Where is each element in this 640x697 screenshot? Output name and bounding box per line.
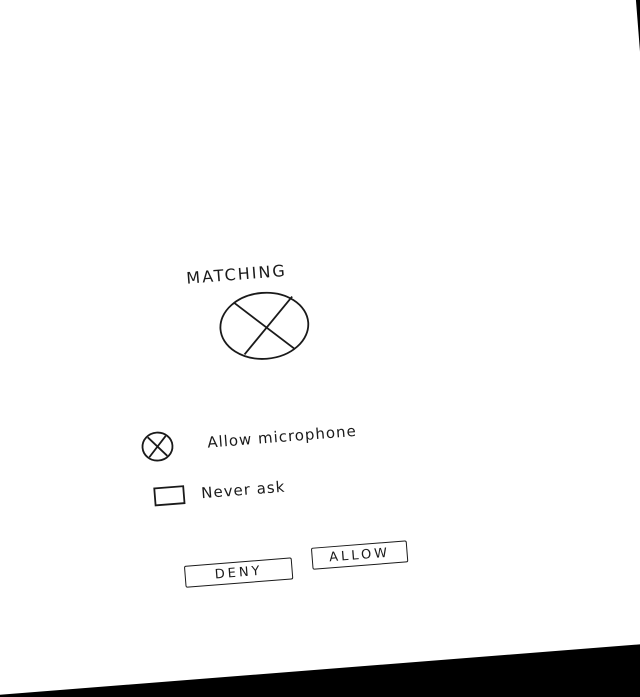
placeholder-image-icon [219,291,310,360]
microphone-row[interactable]: Allow microphone [138,414,358,465]
deny-button[interactable]: DENY [183,557,294,588]
never-ask-row[interactable]: Never ask [153,477,286,507]
allow-microphone-label: Allow microphone [206,421,358,452]
microphone-placeholder-icon [141,431,174,462]
dialog-title: MATCHING [185,260,288,288]
permission-dialog: MATCHING Allow microphone Never ask DENY… [0,0,640,697]
sketch-page: MATCHING Allow microphone Never ask DENY… [0,0,640,697]
never-ask-checkbox[interactable] [153,485,186,507]
never-ask-label: Never ask [200,477,286,503]
allow-button[interactable]: ALLOW [310,540,409,570]
